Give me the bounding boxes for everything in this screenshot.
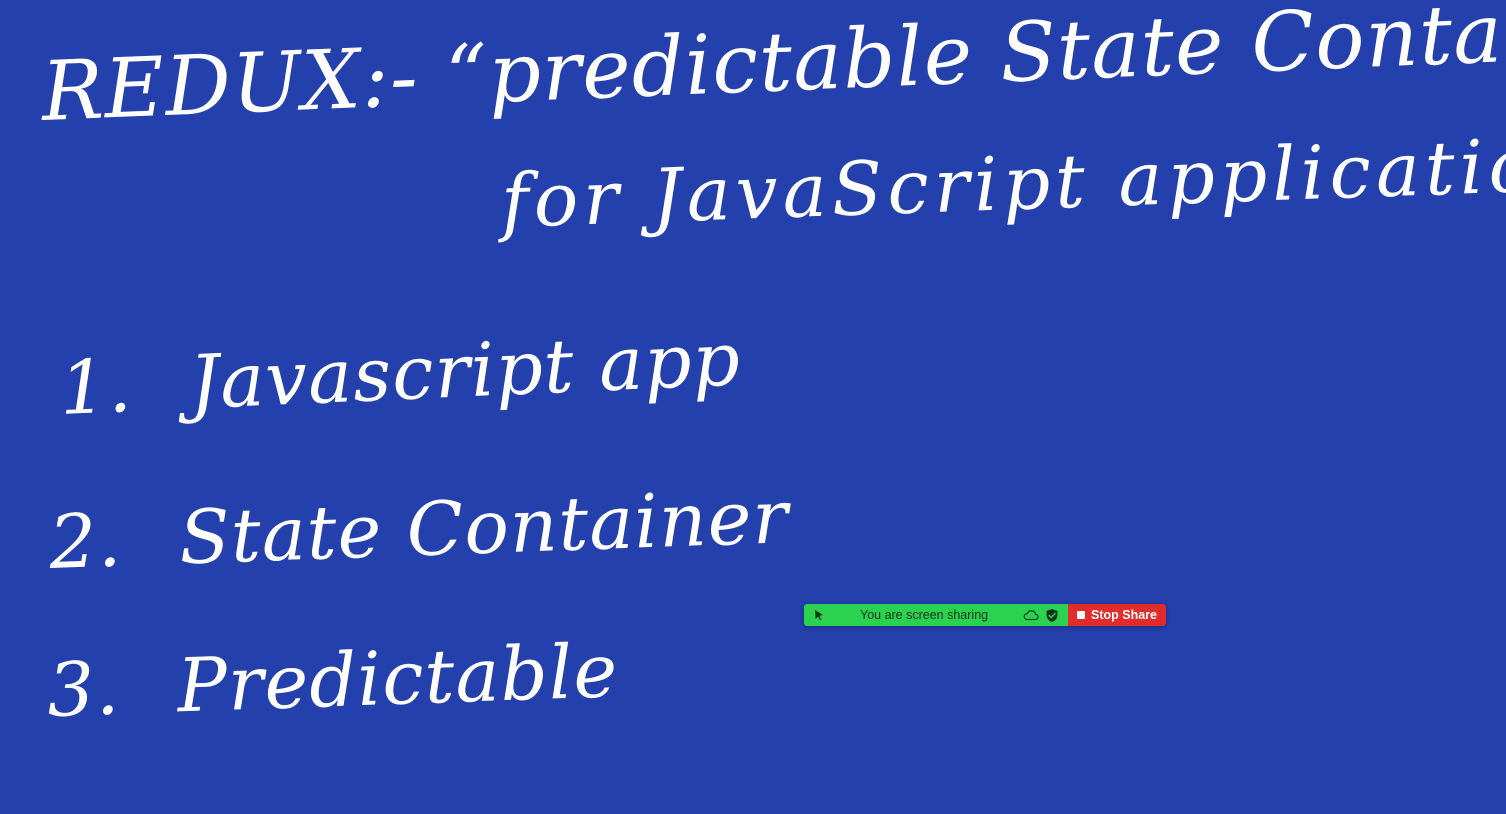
list-item-number: 2. <box>47 497 124 586</box>
list-item-number: 1. <box>57 342 135 432</box>
list-item: 3. Predictable <box>45 628 620 734</box>
screen-sharing-status-text: You are screen sharing <box>860 608 989 622</box>
list-item-number: 3. <box>45 645 122 734</box>
drag-handle-icon[interactable] <box>812 608 826 622</box>
shield-check-icon <box>1044 607 1060 623</box>
screen-share-toolbar: You are screen sharing Stop Share <box>804 604 1166 626</box>
stop-square-icon <box>1077 611 1085 619</box>
stop-share-label: Stop Share <box>1091 608 1157 622</box>
handwritten-title-line-1: REDUX:- “predictable State Container <box>39 0 1506 140</box>
screen-share-status-bar: You are screen sharing <box>804 604 1068 626</box>
cloud-icon <box>1023 607 1039 623</box>
whiteboard-canvas[interactable]: REDUX:- “predictable State Container for… <box>0 0 1506 814</box>
list-item-text: Javascript app <box>187 316 743 427</box>
status-icons <box>1023 607 1060 623</box>
list-item-text: Predictable <box>175 628 620 730</box>
list-item: 2. State Container <box>47 474 791 586</box>
stop-share-button[interactable]: Stop Share <box>1068 604 1166 626</box>
list-item: 1. Javascript app <box>57 316 743 432</box>
handwritten-title-line-2: for JavaScript application” <box>499 119 1506 245</box>
list-item-text: State Container <box>177 474 791 582</box>
